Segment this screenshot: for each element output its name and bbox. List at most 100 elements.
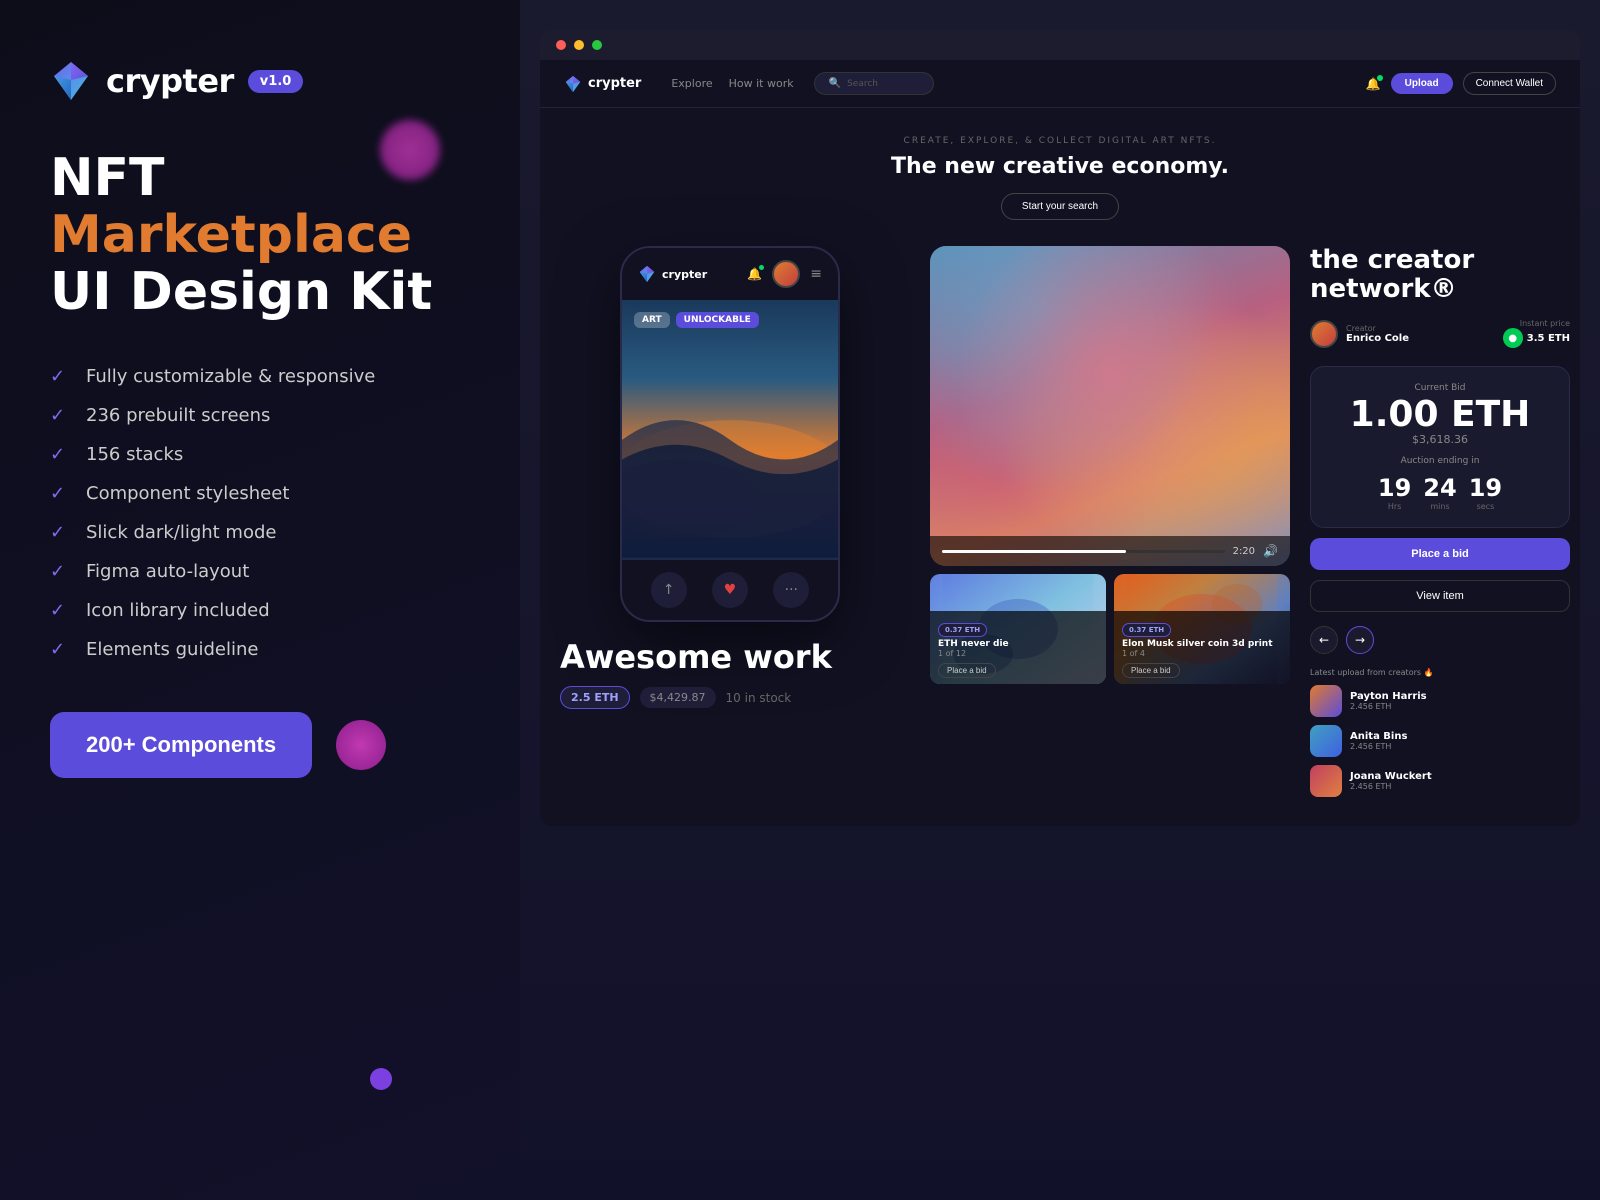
browser-dot-green: [592, 40, 602, 50]
next-arrow[interactable]: →: [1346, 626, 1374, 654]
creator-2-info: Anita Bins 2.456 ETH: [1350, 731, 1407, 751]
volume-icon[interactable]: 🔊: [1263, 544, 1278, 558]
more-button[interactable]: ···: [773, 572, 809, 608]
creator-col: the creatornetwork® Creator Enrico Cole …: [1300, 236, 1580, 826]
art1-bid-button[interactable]: Place a bid: [938, 663, 996, 678]
art-thumb-2-info: 0.37 ETH Elon Musk silver coin 3d print …: [1114, 611, 1290, 684]
mobile-avatar: [772, 260, 800, 288]
place-bid-button[interactable]: Place a bid: [1310, 538, 1570, 570]
creator-thumb-3: [1310, 765, 1342, 797]
latest-title: Latest upload from creators 🔥: [1310, 668, 1570, 677]
nav-links: Explore How it work: [671, 77, 793, 90]
nav-arrows: ← →: [1310, 626, 1570, 654]
countdown-secs: 19 secs: [1469, 474, 1502, 511]
art-thumb-1-info: 0.37 ETH ETH never die 1 of 12 Place a b…: [930, 611, 1106, 684]
like-button[interactable]: ♥: [712, 572, 748, 608]
progress-fill: [942, 550, 1126, 553]
feature-text: Fully customizable & responsive: [86, 366, 375, 387]
mobile-actions: ↑ ♥ ···: [638, 572, 822, 608]
nft-usd-price: $4,429.87: [640, 687, 716, 708]
feature-item: ✓ Elements guideline: [50, 639, 470, 660]
bid-card: Current Bid 1.00 ETH $3,618.36 Auction e…: [1310, 366, 1570, 528]
feature-text: Component stylesheet: [86, 483, 289, 504]
check-icon: ✓: [50, 639, 70, 660]
nft-eth-price: 2.5 ETH: [560, 686, 630, 709]
current-bid-label: Current Bid: [1327, 383, 1553, 393]
logo-icon: [50, 60, 92, 102]
browser-dot-yellow: [574, 40, 584, 50]
video-time: 2:20: [1233, 546, 1255, 557]
feature-item: ✓ Component stylesheet: [50, 483, 470, 504]
mobile-device: crypter 🔔 ≡: [620, 246, 840, 622]
nav-search[interactable]: 🔍 Search: [814, 72, 934, 95]
creator-details: Creator Enrico Cole: [1346, 324, 1409, 344]
mobile-nav: crypter 🔔 ≡: [622, 248, 838, 300]
secs-label: secs: [1469, 502, 1502, 511]
logo-row: crypter v1.0: [50, 60, 470, 102]
mobile-logo-text: crypter: [662, 268, 707, 281]
hamburger-icon[interactable]: ≡: [810, 266, 822, 282]
creator-avatar: [1310, 320, 1338, 348]
creator-left: Creator Enrico Cole: [1310, 320, 1409, 348]
art2-bid-button[interactable]: Place a bid: [1122, 663, 1180, 678]
version-badge: v1.0: [248, 70, 304, 93]
connect-wallet-button[interactable]: Connect Wallet: [1463, 72, 1556, 95]
pink-orb: [336, 720, 386, 770]
search-icon: 🔍: [829, 78, 841, 89]
creator-label: Creator: [1346, 324, 1409, 333]
bid-amount: 1.00 ETH: [1327, 397, 1553, 433]
prev-arrow[interactable]: ←: [1310, 626, 1338, 654]
art1-eth-badge: 0.37 ETH: [938, 623, 987, 637]
mobile-bottom: ↑ ♥ ···: [622, 560, 838, 620]
hero-cta-button[interactable]: Start your search: [1001, 193, 1119, 220]
creator-thumb-1: [1310, 685, 1342, 717]
cta-button[interactable]: 200+ Components: [50, 712, 312, 778]
feature-text: Icon library included: [86, 600, 270, 621]
check-icon: ✓: [50, 366, 70, 387]
art2-eth-badge: 0.37 ETH: [1122, 623, 1171, 637]
art2-title: Elon Musk silver coin 3d print: [1122, 639, 1282, 649]
countdown-mins: 24 mins: [1423, 474, 1456, 511]
nft-price-row: 2.5 ETH $4,429.87 10 in stock: [560, 686, 910, 709]
bell-icon[interactable]: 🔔: [1366, 77, 1381, 91]
mins-value: 24: [1423, 474, 1456, 502]
creator-right: Instant price ● 3.5 ETH: [1503, 319, 1570, 348]
cta-row: 200+ Components: [50, 712, 470, 778]
creator-1-name: Payton Harris: [1350, 691, 1427, 702]
instant-icon: ●: [1503, 328, 1523, 348]
feature-text: Figma auto-layout: [86, 561, 249, 582]
feature-item: ✓ Slick dark/light mode: [50, 522, 470, 543]
check-icon: ✓: [50, 483, 70, 504]
upload-button[interactable]: Upload: [1391, 73, 1453, 94]
hero-section: CREATE, EXPLORE, & COLLECT DIGITAL ART N…: [540, 108, 1580, 236]
nav-link-explore[interactable]: Explore: [671, 77, 712, 90]
content-area: crypter 🔔 ≡: [540, 236, 1580, 826]
tag-art: ART: [634, 312, 670, 328]
feature-item: ✓ 156 stacks: [50, 444, 470, 465]
hours-value: 19: [1378, 474, 1411, 502]
creator-name: Enrico Cole: [1346, 333, 1409, 344]
auction-label: Auction ending in: [1327, 456, 1553, 466]
nav-logo-text: crypter: [588, 76, 641, 91]
art-thumb-eth: 0.37 ETH ETH never die 1 of 12 Place a b…: [930, 574, 1106, 684]
feature-item: ✓ Icon library included: [50, 600, 470, 621]
browser-chrome: [540, 30, 1580, 60]
mobile-icons: 🔔 ≡: [747, 260, 822, 288]
mobile-bell-icon[interactable]: 🔔: [747, 267, 762, 281]
mins-label: mins: [1423, 502, 1456, 511]
progress-bar[interactable]: [942, 550, 1225, 553]
view-item-button[interactable]: View item: [1310, 580, 1570, 612]
mobile-col: crypter 🔔 ≡: [540, 236, 920, 826]
feature-text: 156 stacks: [86, 444, 183, 465]
feature-item: ✓ 236 prebuilt screens: [50, 405, 470, 426]
art-bottom-grid: 0.37 ETH ETH never die 1 of 12 Place a b…: [930, 574, 1290, 684]
browser-dot-red: [556, 40, 566, 50]
share-button[interactable]: ↑: [651, 572, 687, 608]
latest-creator-1: Payton Harris 2.456 ETH: [1310, 685, 1570, 717]
nav-search-placeholder: Search: [847, 79, 878, 89]
logo-text: crypter: [106, 62, 234, 100]
title-marketplace: Marketplace: [50, 205, 412, 265]
nav-link-how[interactable]: How it work: [729, 77, 794, 90]
bid-usd: $3,618.36: [1327, 433, 1553, 446]
creator-3-name: Joana Wuckert: [1350, 771, 1432, 782]
